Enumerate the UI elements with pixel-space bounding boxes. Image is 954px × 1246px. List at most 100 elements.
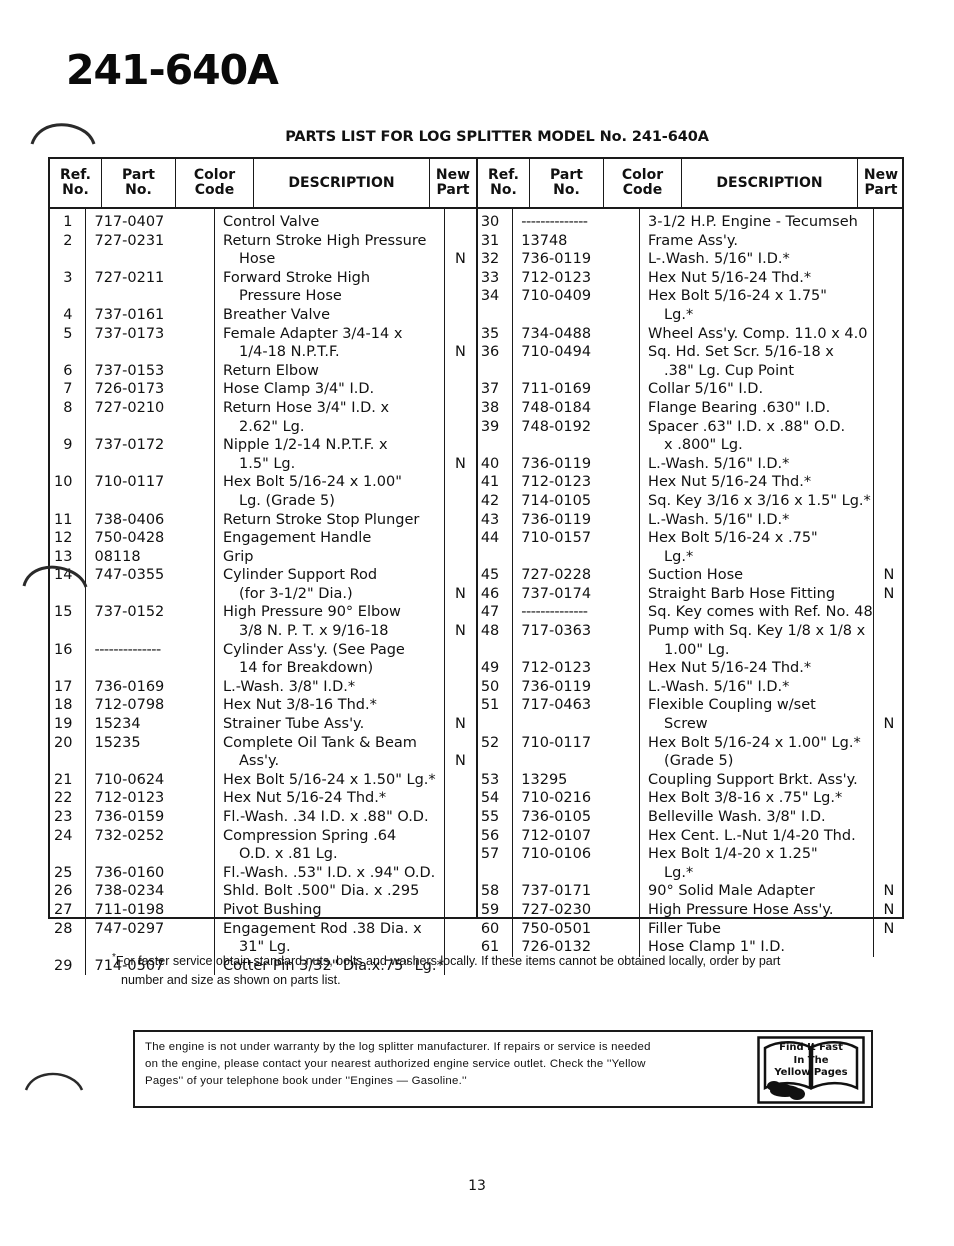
part-no-cell — [513, 715, 587, 734]
description-cell: Hex Nut 5/16-24 Thd.* — [648, 269, 812, 286]
description-cell: Lg.* — [664, 306, 694, 323]
engine-warranty-text: The engine is not under warranty by the … — [145, 1039, 755, 1090]
part-no-cell: 737-0173 — [94, 325, 165, 342]
part-no-cell: 737-0172 — [94, 437, 165, 454]
color-code-cell — [160, 473, 214, 492]
description-cell: Female Adapter 3/4-14 x — [223, 325, 403, 342]
color-code-cell — [160, 603, 214, 622]
color-code-cell — [160, 622, 214, 641]
new-part-cell — [874, 269, 904, 288]
ref-no-cell: 54 — [480, 790, 500, 807]
ref-no-cell: 27 — [54, 901, 73, 918]
part-no-cell — [86, 287, 160, 306]
header-part-no: Part No. — [102, 159, 176, 207]
description-cell: Hex Bolt 5/16-24 x 1.00" Lg.* — [648, 734, 861, 751]
new-part-cell — [874, 436, 904, 455]
table-body-right: 30 31 32 33 34 35 36 37 38 39 40 41 42 43 44 45 46 47… — [478, 209, 904, 957]
new-part-cell — [445, 362, 476, 381]
color-code-cell — [160, 808, 214, 827]
description-cell: Pressure Hose — [239, 288, 342, 305]
new-part-cell — [874, 622, 904, 641]
color-code-cell — [587, 752, 639, 771]
part-no-cell: 737-0171 — [521, 883, 592, 900]
ref-no-cell: 53 — [480, 771, 500, 788]
description-cell: (for 3-1/2" Dia.) — [239, 585, 353, 602]
new-part-cell — [874, 418, 904, 437]
part-no-cell — [513, 641, 587, 660]
part-no-cell: 737-0161 — [94, 306, 165, 323]
description-cell: 3/8 N. P. T. x 9/16-18 — [239, 623, 389, 640]
ref-no-cell: 22 — [54, 790, 73, 807]
description-cell: Return Stroke High Pressure — [223, 232, 427, 249]
new-part-cell — [445, 380, 476, 399]
ref-no-cell — [50, 455, 85, 474]
column-ref-no-left: 12 3 45 678 9 10 11 12 13 14 15 16 17 18 19 20… — [50, 209, 87, 976]
description-cell: Lg.* — [664, 548, 694, 565]
color-code-cell — [160, 492, 214, 511]
ref-no-cell: 19 — [54, 716, 73, 733]
ref-no-cell: 58 — [480, 883, 500, 900]
description-cell: Return Elbow — [223, 362, 319, 379]
part-no-cell: 736-0119 — [521, 455, 592, 472]
color-code-cell — [160, 343, 214, 362]
description-cell: Hex Nut 3/8-16 Thd.* — [223, 697, 377, 714]
ref-no-cell: 42 — [480, 492, 500, 509]
part-no-cell: 736-0105 — [521, 809, 592, 825]
part-no-cell: 710-0216 — [521, 790, 592, 807]
ref-no-cell — [50, 585, 85, 604]
new-part-cell — [874, 827, 904, 846]
color-code-cell — [160, 771, 214, 790]
ref-no-cell — [478, 752, 512, 771]
part-no-cell: 717-0407 — [94, 214, 165, 230]
description-cell: 1.5" Lg. — [239, 455, 296, 472]
part-no-cell: -------------- — [94, 641, 161, 658]
ref-no-cell: 37 — [480, 381, 500, 398]
part-no-cell: 737-0152 — [94, 604, 165, 621]
part-no-cell — [513, 306, 587, 325]
ref-no-cell: 56 — [480, 827, 500, 844]
description-cell: Hex Bolt 5/16-24 x 1.00" — [223, 474, 402, 491]
new-part-cell — [874, 789, 904, 808]
new-part-cell — [874, 641, 904, 660]
new-part-cell — [445, 882, 476, 901]
ref-no-cell: 39 — [480, 418, 500, 435]
color-code-cell — [160, 827, 214, 846]
ref-no-cell: 31 — [480, 232, 500, 249]
new-part-cell — [874, 659, 904, 678]
part-no-cell: 710-0117 — [94, 474, 165, 491]
part-no-cell: 736-0119 — [521, 251, 592, 268]
ref-no-cell: 34 — [480, 288, 500, 305]
new-part-cell — [445, 641, 476, 660]
engine-warranty-box: The engine is not under warranty by the … — [133, 1030, 873, 1108]
ref-no-cell: 28 — [54, 920, 73, 937]
color-code-cell — [587, 548, 639, 567]
part-no-cell — [86, 752, 160, 771]
parts-table-left-half: Ref. No. Part No. Color Code DESCRIPTION… — [50, 159, 478, 976]
column-new-part-left: N N N N N N N — [443, 209, 476, 976]
part-no-cell: 726-0173 — [94, 381, 165, 398]
ref-no-cell: 43 — [480, 511, 500, 528]
ref-no-cell: 5 — [63, 325, 73, 342]
ref-no-cell: 30 — [480, 214, 500, 230]
color-code-cell — [587, 380, 639, 399]
new-part-cell: N — [454, 344, 466, 361]
part-no-cell: 712-0123 — [521, 269, 592, 286]
new-part-cell — [445, 213, 476, 232]
color-code-cell — [160, 566, 214, 585]
ref-no-cell: 17 — [54, 678, 73, 695]
part-no-cell: 727-0211 — [94, 269, 165, 286]
color-code-cell — [587, 232, 639, 251]
new-part-cell — [874, 473, 904, 492]
color-code-cell — [587, 771, 639, 790]
part-no-cell: 738-0234 — [94, 883, 165, 900]
new-part-cell: N — [883, 920, 895, 937]
part-no-cell: 712-0123 — [94, 790, 165, 807]
description-cell: 3-1/2 H.P. Engine - Tecumseh — [648, 214, 858, 230]
new-part-cell — [874, 306, 904, 325]
ref-no-cell: 41 — [480, 474, 500, 491]
color-code-cell — [160, 864, 214, 883]
color-code-cell — [160, 362, 214, 381]
new-part-cell — [445, 436, 476, 455]
part-no-cell: 727-0228 — [521, 567, 592, 584]
new-part-cell: N — [883, 901, 895, 918]
